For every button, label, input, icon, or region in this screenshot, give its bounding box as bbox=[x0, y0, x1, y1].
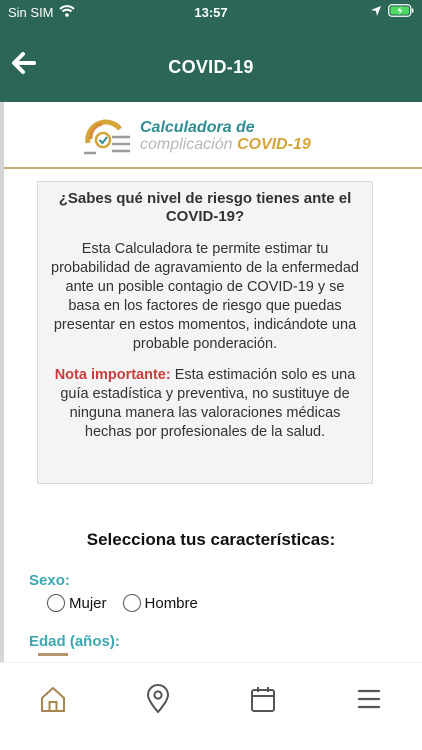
header-divider bbox=[4, 167, 422, 169]
tab-menu[interactable] bbox=[353, 685, 385, 717]
tab-calendar[interactable] bbox=[247, 685, 279, 717]
calendar-icon bbox=[249, 685, 277, 718]
calculator-logo: Calculadora de complicación COVID-19 bbox=[0, 102, 422, 168]
left-band bbox=[0, 102, 4, 662]
logo-title-line2: complicación COVID-19 bbox=[140, 136, 311, 154]
logo-line2-highlight: COVID-19 bbox=[236, 136, 311, 153]
card-description: Esta Calculadora te permite estimar tu p… bbox=[51, 241, 359, 352]
risk-gauge-icon bbox=[82, 113, 132, 162]
radio-option-hombre[interactable]: Hombre bbox=[122, 594, 198, 612]
age-input-indicator[interactable] bbox=[38, 653, 68, 656]
tab-location[interactable] bbox=[142, 683, 174, 719]
sex-radio-group: Mujer Hombre bbox=[47, 594, 214, 612]
status-right bbox=[370, 4, 414, 20]
card-note: Nota importante: Esta estimación solo es… bbox=[48, 366, 362, 442]
radio-circle[interactable] bbox=[122, 594, 141, 612]
nav-bar: COVID-19 bbox=[0, 26, 422, 102]
battery-icon bbox=[388, 4, 414, 20]
menu-icon bbox=[355, 685, 383, 718]
page-title: COVID-19 bbox=[168, 57, 254, 77]
app-screen: Sin SIM 13:57 COVID-19 Calculadora de co… bbox=[0, 0, 422, 750]
bottom-tab-bar bbox=[0, 662, 422, 750]
sex-label: Sexo: bbox=[29, 572, 70, 589]
logo-line2-prefix: complicación bbox=[140, 136, 233, 153]
radio-label-mujer: Mujer bbox=[69, 594, 107, 612]
home-icon bbox=[39, 685, 67, 718]
tab-home[interactable] bbox=[37, 685, 69, 717]
section-title: Selecciona tus características: bbox=[86, 530, 336, 549]
status-bar: Sin SIM 13:57 bbox=[0, 0, 422, 26]
age-label: Edad (años): bbox=[29, 633, 120, 650]
location-pin-icon bbox=[145, 683, 171, 719]
status-time: 13:57 bbox=[194, 5, 228, 20]
location-arrow-icon bbox=[370, 5, 382, 20]
radio-label-hombre: Hombre bbox=[144, 594, 198, 612]
info-card: ¿Sabes qué nivel de riesgo tienes ante e… bbox=[37, 181, 373, 484]
note-label: Nota importante: bbox=[54, 367, 171, 383]
card-question: ¿Sabes qué nivel de riesgo tienes ante e… bbox=[58, 190, 352, 225]
radio-option-mujer[interactable]: Mujer bbox=[47, 594, 107, 612]
radio-circle[interactable] bbox=[47, 594, 65, 612]
logo-title-line1: Calculadora de bbox=[140, 119, 255, 136]
